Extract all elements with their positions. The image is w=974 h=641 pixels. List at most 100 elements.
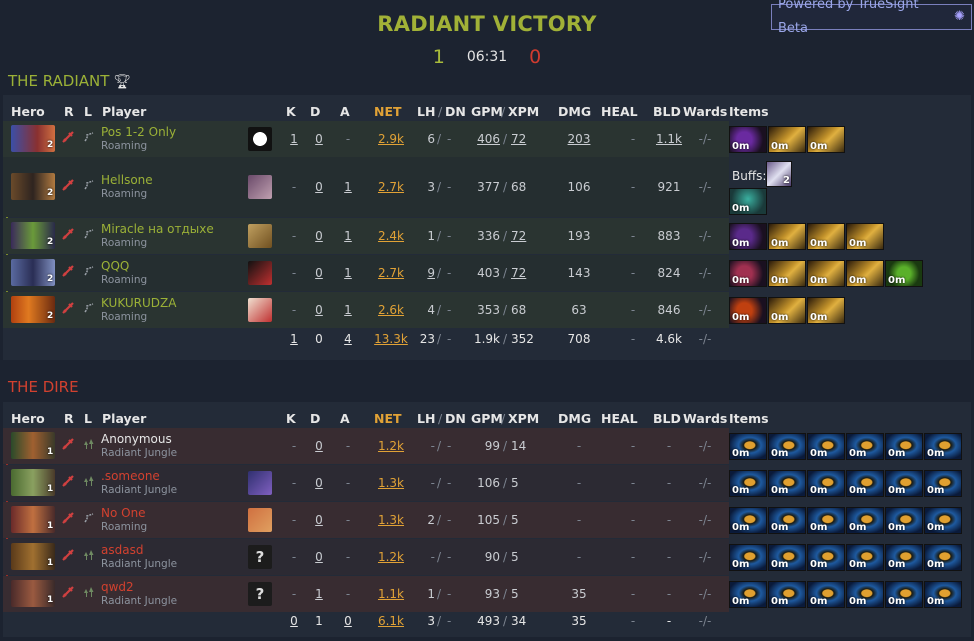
item-icon[interactable]: 0m <box>729 296 767 324</box>
player-row[interactable]: 2 KUKURUDZA Roaming -0 1 2.6k 4/-353/68 63-846-… <box>3 292 729 328</box>
item-icon[interactable]: 0m <box>768 222 806 250</box>
player-name[interactable]: KUKURUDZA <box>101 296 176 310</box>
col-header-dn[interactable]: DN <box>445 411 466 426</box>
col-header-net[interactable]: NET <box>374 104 402 119</box>
player-row[interactable]: 1 Anonymous Radiant Jungle -0-1.2k - / -99/14-… <box>3 428 729 464</box>
col-header-net[interactable]: NET <box>374 411 402 426</box>
col-header-wards[interactable]: Wards <box>683 411 727 426</box>
col-header-hero[interactable]: Hero <box>11 104 45 119</box>
item-icon[interactable]: 0m <box>924 543 962 571</box>
item-icon[interactable]: 0m <box>768 125 806 153</box>
col-header-l[interactable]: L <box>84 104 92 119</box>
item-icon[interactable]: 0m <box>768 580 806 608</box>
col-header-bld[interactable]: BLD <box>653 411 681 426</box>
player-avatar[interactable] <box>248 471 272 495</box>
item-icon[interactable]: 0m <box>846 506 884 534</box>
item-icon[interactable]: 0m <box>768 506 806 534</box>
item-icon[interactable]: 0m <box>807 580 845 608</box>
col-header-wards[interactable]: Wards <box>683 104 727 119</box>
col-header-gpm[interactable]: GPM <box>471 104 503 119</box>
player-avatar[interactable] <box>248 127 272 151</box>
col-header-r[interactable]: R <box>64 104 74 119</box>
item-icon[interactable]: 0m <box>729 469 767 497</box>
item-icon[interactable]: 0m <box>768 296 806 324</box>
player-avatar[interactable] <box>248 261 272 285</box>
item-icon[interactable]: 0m <box>807 432 845 460</box>
item-icon[interactable]: 0m <box>885 580 923 608</box>
item-icon[interactable]: 0m <box>729 432 767 460</box>
col-header-lh[interactable]: LH <box>417 411 435 426</box>
item-icon[interactable]: 0m <box>807 543 845 571</box>
col-header-xpm[interactable]: XPM <box>508 104 539 119</box>
player-row[interactable]: 1 asdasd Radiant Jungle? -0-1.2k - / -90/5- - - -… <box>3 539 729 575</box>
item-icon[interactable]: 0m <box>807 296 845 324</box>
col-header-gpm[interactable]: GPM <box>471 411 503 426</box>
player-row[interactable]: 1 qwd2 Radiant Jungle? -1-1.1k 1/-93/5 35- - -/… <box>3 576 729 612</box>
col-header-player[interactable]: Player <box>102 411 146 426</box>
item-icon[interactable]: 0m <box>885 259 923 287</box>
item-icon[interactable]: 0m <box>924 580 962 608</box>
item-icon[interactable]: 0m <box>924 432 962 460</box>
player-avatar[interactable] <box>248 508 272 532</box>
item-icon[interactable]: 0m <box>729 506 767 534</box>
player-avatar[interactable] <box>248 175 272 199</box>
player-row[interactable]: 1 .someone Radiant Jungle -0-1.3k - / -106/5- -… <box>3 465 729 501</box>
col-header-xpm[interactable]: XPM <box>508 411 539 426</box>
player-row[interactable]: 2 Hellsone Roaming -0 1 2.7k 3/-377/68 106-921-… <box>3 157 729 217</box>
item-icon[interactable]: 0m <box>885 432 923 460</box>
col-header-k[interactable]: K <box>286 411 296 426</box>
unknown-avatar-icon[interactable]: ? <box>248 582 272 606</box>
item-icon[interactable]: 0m <box>846 432 884 460</box>
col-header-dn[interactable]: DN <box>445 104 466 119</box>
player-name[interactable]: Anonymous <box>101 432 172 446</box>
item-icon[interactable]: 0m <box>885 543 923 571</box>
col-header-dmg[interactable]: DMG <box>558 104 591 119</box>
item-icon[interactable]: 0m <box>885 469 923 497</box>
item-icon[interactable]: 0m <box>768 432 806 460</box>
item-icon[interactable]: 0m <box>846 543 884 571</box>
item-icon[interactable]: 0m <box>807 222 845 250</box>
col-header-dmg[interactable]: DMG <box>558 411 591 426</box>
item-icon[interactable]: 0m <box>846 222 884 250</box>
item-icon[interactable]: 0m <box>924 469 962 497</box>
player-name[interactable]: asdasd <box>101 543 143 557</box>
item-icon[interactable]: 0m <box>729 188 767 215</box>
col-header-k[interactable]: K <box>286 104 296 119</box>
item-icon[interactable]: 0m <box>729 580 767 608</box>
col-header-r[interactable]: R <box>64 411 74 426</box>
item-icon[interactable]: 0m <box>729 259 767 287</box>
item-icon[interactable]: 0m <box>807 259 845 287</box>
player-row[interactable]: 2 QQQ Roaming -0 1 2.7k 9/-403/72 143-824 -/- <box>3 255 729 291</box>
player-avatar[interactable] <box>248 224 272 248</box>
player-row[interactable]: 1 No One Roaming -0-1.3k 2/-105/5- - - -/- <box>3 502 729 538</box>
item-icon[interactable]: 0m <box>768 259 806 287</box>
col-header-a[interactable]: A <box>340 104 350 119</box>
item-icon[interactable]: 0m <box>846 469 884 497</box>
item-icon[interactable]: 0m <box>885 506 923 534</box>
col-header-items[interactable]: Items <box>729 411 769 426</box>
item-icon[interactable]: 0m <box>768 543 806 571</box>
player-row[interactable]: 2 Pos 1-2 Only Roaming 1 0-2.9k 6/-406/72 203-… <box>3 121 729 157</box>
item-icon[interactable]: 0m <box>729 543 767 571</box>
item-icon[interactable]: 0m <box>924 506 962 534</box>
col-header-a[interactable]: A <box>340 411 350 426</box>
player-name[interactable]: No One <box>101 506 146 520</box>
player-row[interactable]: 2 Miracle на отдыхе Roaming -0 1 2.4k 1/-336/7… <box>3 218 729 254</box>
col-header-items[interactable]: Items <box>729 104 769 119</box>
item-icon[interactable]: 0m <box>846 580 884 608</box>
player-name[interactable]: qwd2 <box>101 580 134 594</box>
player-name[interactable]: Hellsone <box>101 173 153 187</box>
col-header-hero[interactable]: Hero <box>11 411 45 426</box>
item-icon[interactable]: 0m <box>807 469 845 497</box>
unknown-avatar-icon[interactable]: ? <box>248 545 272 569</box>
player-name[interactable]: QQQ <box>101 259 129 273</box>
item-icon[interactable]: 0m <box>729 125 767 153</box>
col-header-heal[interactable]: HEAL <box>601 104 638 119</box>
col-header-l[interactable]: L <box>84 411 92 426</box>
player-avatar[interactable] <box>248 298 272 322</box>
item-icon[interactable]: 0m <box>846 259 884 287</box>
item-icon[interactable]: 0m <box>807 125 845 153</box>
col-header-heal[interactable]: HEAL <box>601 411 638 426</box>
item-icon[interactable]: 0m <box>807 506 845 534</box>
col-header-lh[interactable]: LH <box>417 104 435 119</box>
